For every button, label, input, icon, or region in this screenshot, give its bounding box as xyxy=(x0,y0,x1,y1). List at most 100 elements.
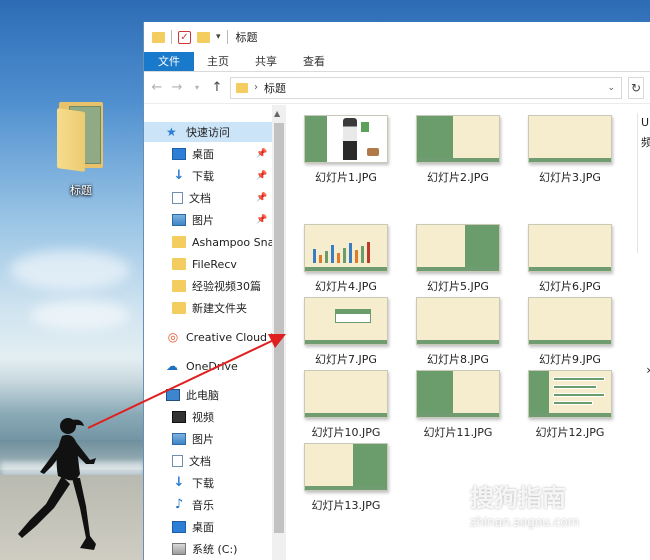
ribbon-tabs: 文件 主页 共享 查看 xyxy=(144,52,650,72)
document-icon xyxy=(172,192,183,204)
desktop-folder-icon[interactable]: 标题 xyxy=(50,100,112,198)
nav-item-filerecv[interactable]: FileRecv xyxy=(144,254,272,274)
file-item[interactable]: 幻灯片8.JPG xyxy=(402,297,514,367)
file-item[interactable]: 幻灯片2.JPG xyxy=(402,115,514,185)
thumbnail xyxy=(528,115,612,163)
thumbnail xyxy=(416,297,500,345)
nav-item-onedrive[interactable]: ☁ OneDrive xyxy=(144,356,272,376)
desktop-icon xyxy=(172,521,186,533)
folder-icon xyxy=(172,258,186,270)
document-icon xyxy=(172,455,183,467)
thumbnail xyxy=(304,224,388,272)
pin-icon: 📌 xyxy=(256,171,268,181)
thumbnail xyxy=(528,297,612,345)
file-item[interactable]: 幻灯片6.JPG xyxy=(514,224,626,294)
nav-item-music[interactable]: ♪ 音乐 xyxy=(144,495,272,515)
properties-check-icon[interactable]: ✓ xyxy=(178,30,191,44)
computer-icon xyxy=(166,389,180,401)
pictures-icon xyxy=(172,433,186,445)
refresh-icon[interactable]: ↻ xyxy=(628,76,644,99)
navigation-pane: ★ 快速访问 桌面 📌 ↓ 下载 📌 文档 📌 图片 📌 Ashampoo Sna xyxy=(144,105,272,560)
scrollbar-thumb[interactable] xyxy=(274,123,284,533)
watermark: 搜狗指南 zhinan.sogou.com xyxy=(432,476,579,529)
chevron-right-icon[interactable]: › xyxy=(646,363,650,377)
nav-item-pc-pictures[interactable]: 图片 xyxy=(144,429,272,449)
nav-item-pictures[interactable]: 图片 📌 xyxy=(144,210,272,230)
window-title: 标题 xyxy=(235,31,258,44)
file-item[interactable]: 幻灯片13.JPG xyxy=(290,443,402,513)
star-icon: ★ xyxy=(166,125,177,139)
drive-icon xyxy=(172,543,186,555)
nav-item-desktop[interactable]: 桌面 📌 xyxy=(144,144,272,164)
thumbnail xyxy=(528,370,612,418)
file-item[interactable]: 幻灯片12.JPG xyxy=(514,370,626,440)
thumbnail xyxy=(304,115,388,163)
nav-item-new-folder[interactable]: 新建文件夹 xyxy=(144,298,272,318)
file-item[interactable]: 幻灯片4.JPG xyxy=(290,224,402,294)
nav-item-system-drive[interactable]: 系统 (C:) xyxy=(144,539,272,559)
file-list: 幻灯片1.JPG 幻灯片2.JPG 幻灯片3.JPG 幻灯片4.JPG 幻灯片5… xyxy=(286,105,650,560)
pin-icon: 📌 xyxy=(256,149,268,159)
file-item[interactable]: 幻灯片7.JPG xyxy=(290,297,402,367)
tab-view[interactable]: 查看 xyxy=(290,52,338,71)
forward-arrow-icon[interactable]: → xyxy=(170,80,184,95)
pin-icon: 📌 xyxy=(256,193,268,203)
nav-item-creative-cloud[interactable]: ◎ Creative Cloud F xyxy=(144,327,272,347)
breadcrumb-chevron-icon[interactable]: › xyxy=(254,82,258,93)
nav-item-documents[interactable]: 文档 📌 xyxy=(144,188,272,208)
file-item[interactable]: 幻灯片10.JPG xyxy=(290,370,402,440)
cloud-icon: ☁ xyxy=(166,359,178,373)
quick-access-folder-icon[interactable] xyxy=(152,31,165,43)
new-folder-icon[interactable] xyxy=(197,31,210,43)
details-pane: U 频 xyxy=(637,113,650,253)
folder-icon xyxy=(236,82,248,93)
up-arrow-icon[interactable]: ↑ xyxy=(210,80,224,95)
folder-icon xyxy=(55,100,107,172)
folder-icon xyxy=(172,236,186,248)
video-icon xyxy=(172,411,186,423)
download-icon: ↓ xyxy=(173,168,185,183)
tab-file[interactable]: 文件 xyxy=(144,52,194,71)
title-bar: ✓ ▾ 标题 xyxy=(144,22,650,52)
creative-cloud-icon: ◎ xyxy=(167,330,179,344)
music-icon: ♪ xyxy=(174,497,184,512)
nav-item-videos[interactable]: 视频 xyxy=(144,407,272,427)
runner-silhouette xyxy=(18,418,96,550)
thumbnail xyxy=(416,224,500,272)
customize-toolbar-chevron-icon[interactable]: ▾ xyxy=(216,32,221,42)
nav-item-pc-downloads[interactable]: ↓ 下载 xyxy=(144,473,272,493)
nav-item-quick-access[interactable]: ★ 快速访问 xyxy=(144,122,272,142)
nav-item-downloads[interactable]: ↓ 下载 📌 xyxy=(144,166,272,186)
pin-icon: 📌 xyxy=(256,215,268,225)
file-item[interactable]: 幻灯片1.JPG xyxy=(290,115,402,185)
folder-icon xyxy=(172,302,186,314)
nav-item-pc-documents[interactable]: 文档 xyxy=(144,451,272,471)
desktop-icon xyxy=(172,148,186,160)
nav-scrollbar[interactable]: ▲ xyxy=(272,105,286,560)
file-item[interactable]: 幻灯片3.JPG xyxy=(514,115,626,185)
file-item[interactable]: 幻灯片9.JPG xyxy=(514,297,626,367)
nav-item-ashampoo[interactable]: Ashampoo Sna xyxy=(144,232,272,252)
file-item[interactable]: 幻灯片5.JPG xyxy=(402,224,514,294)
nav-item-this-pc[interactable]: 此电脑 xyxy=(144,385,272,405)
desktop-folder-label: 标题 xyxy=(70,184,92,197)
address-toolbar: ← → ▾ ↑ › 标题 ⌄ ↻ xyxy=(144,72,650,104)
address-bar[interactable]: › 标题 ⌄ xyxy=(230,76,622,99)
sogou-logo-icon xyxy=(432,476,466,510)
tab-share[interactable]: 共享 xyxy=(242,52,290,71)
pictures-icon xyxy=(172,214,186,226)
tab-home[interactable]: 主页 xyxy=(194,52,242,71)
recent-chevron-icon[interactable]: ▾ xyxy=(190,83,204,92)
back-arrow-icon[interactable]: ← xyxy=(150,80,164,95)
thumbnail xyxy=(304,370,388,418)
download-icon: ↓ xyxy=(173,475,185,490)
scroll-up-icon[interactable]: ▲ xyxy=(274,109,280,118)
address-dropdown-icon[interactable]: ⌄ xyxy=(607,83,615,93)
breadcrumb-current[interactable]: 标题 xyxy=(264,80,286,96)
nav-item-pc-desktop[interactable]: 桌面 xyxy=(144,517,272,537)
nav-item-experience-videos[interactable]: 经验视频30篇 xyxy=(144,276,272,296)
folder-icon xyxy=(172,280,186,292)
thumbnail xyxy=(416,115,500,163)
thumbnail xyxy=(528,224,612,272)
file-item[interactable]: 幻灯片11.JPG xyxy=(402,370,514,440)
